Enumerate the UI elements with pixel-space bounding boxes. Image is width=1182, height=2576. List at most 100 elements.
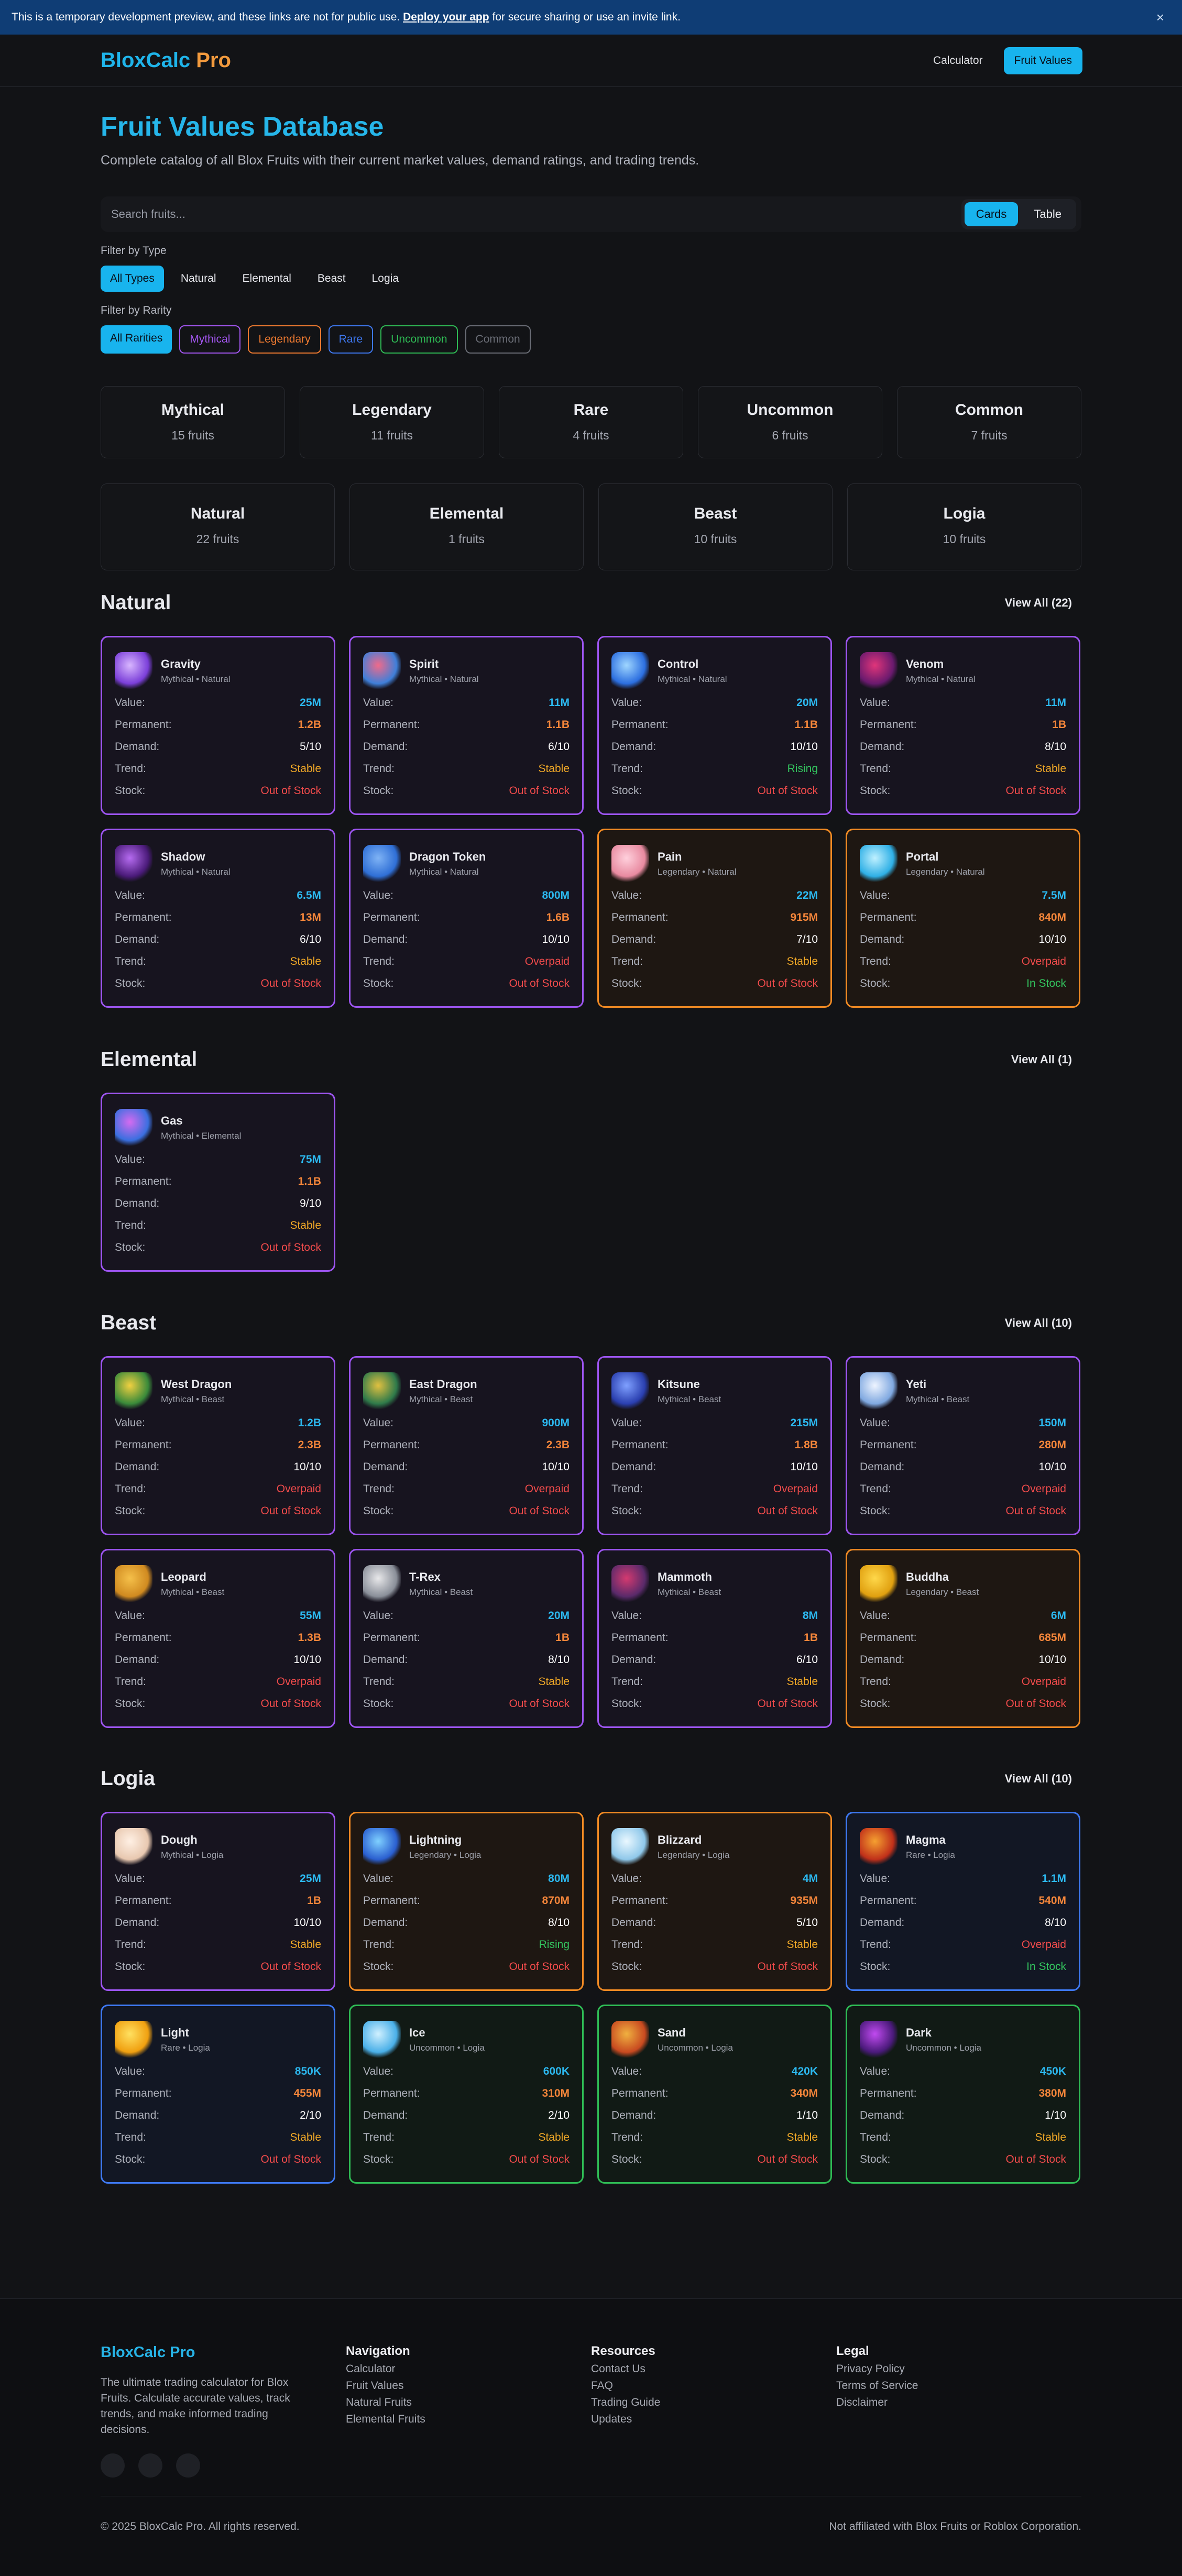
type-chip-natural[interactable]: Natural xyxy=(171,266,226,292)
footer-nav-link[interactable]: Calculator xyxy=(346,2363,591,2375)
type-chip-logia[interactable]: Logia xyxy=(363,266,408,292)
fruit-meta: Mythical • Natural xyxy=(906,674,976,684)
fruit-card[interactable]: T-Rex Mythical • Beast Value: 20M Permanent:… xyxy=(349,1549,584,1728)
footer-nav-link[interactable]: Fruit Values xyxy=(346,2380,591,2392)
stat-row: Demand: 1/10 xyxy=(611,2105,818,2127)
stat-label: Demand: xyxy=(860,1654,905,1666)
fruit-card[interactable]: Dark Uncommon • Logia Value: 450K Permanent:… xyxy=(846,2005,1080,2184)
type-stat-card[interactable]: Natural 22 fruits xyxy=(101,483,335,570)
rarity-stat-card[interactable]: Mythical 15 fruits xyxy=(101,386,285,458)
rarity-chip-all-rarities[interactable]: All Rarities xyxy=(101,325,172,354)
logo[interactable]: BloxCalc Pro xyxy=(101,49,231,72)
stat-label: Value: xyxy=(363,1873,393,1885)
fruit-card[interactable]: Venom Mythical • Natural Value: 11M Permanen… xyxy=(846,636,1080,815)
view-all-button[interactable]: View All (1) xyxy=(1002,1048,1081,1072)
nav-calculator[interactable]: Calculator xyxy=(923,47,993,74)
dragon-token-icon xyxy=(363,845,401,883)
stat-label: Trend: xyxy=(115,2131,146,2143)
footer-legal-link[interactable]: Disclaimer xyxy=(836,2396,1081,2409)
rarity-stat-card[interactable]: Legendary 11 fruits xyxy=(300,386,484,458)
stat-label: Value: xyxy=(115,1873,145,1885)
nav-fruit-values[interactable]: Fruit Values xyxy=(1003,47,1082,74)
footer-resource-link[interactable]: FAQ xyxy=(591,2380,836,2392)
rarity-chip-legendary[interactable]: Legendary xyxy=(248,325,321,354)
view-all-button[interactable]: View All (22) xyxy=(995,591,1081,615)
fruit-card[interactable]: Ice Uncommon • Logia Value: 600K Permanent: 3… xyxy=(349,2005,584,2184)
fruit-card[interactable]: Kitsune Mythical • Beast Value: 215M Permane… xyxy=(597,1356,832,1535)
fruit-card[interactable]: Buddha Legendary • Beast Value: 6M Permanent… xyxy=(846,1549,1080,1728)
footer-legal-link[interactable]: Terms of Service xyxy=(836,2380,1081,2392)
rarity-chip-rare[interactable]: Rare xyxy=(328,325,374,354)
mammoth-icon xyxy=(611,1565,649,1603)
fruit-meta: Mythical • Beast xyxy=(409,1587,473,1597)
fruit-card[interactable]: Dragon Token Mythical • Natural Value: 800M… xyxy=(349,829,584,1008)
fruit-card[interactable]: Magma Rare • Logia Value: 1.1M Permanent: 540… xyxy=(846,1812,1080,1991)
stat-count: 22 fruits xyxy=(196,532,239,546)
cards-view-button[interactable]: Cards xyxy=(964,202,1019,226)
section-header: Natural View All (22) xyxy=(101,591,1081,615)
footer-resource-link[interactable]: Contact Us xyxy=(591,2363,836,2375)
fruit-card[interactable]: West Dragon Mythical • Beast Value: 1.2B Per… xyxy=(101,1356,335,1535)
fruit-meta: Rare • Logia xyxy=(161,2043,210,2053)
stat-row: Permanent: 685M xyxy=(860,1627,1066,1649)
type-chip-elemental[interactable]: Elemental xyxy=(233,266,301,292)
fruit-trend: Stable xyxy=(290,1219,321,1231)
view-all-button[interactable]: View All (10) xyxy=(995,1311,1081,1335)
fruit-card[interactable]: Shadow Mythical • Natural Value: 6.5M Perman… xyxy=(101,829,335,1008)
type-stat-card[interactable]: Logia 10 fruits xyxy=(847,483,1081,570)
fruit-card[interactable]: Control Mythical • Natural Value: 20M Perman… xyxy=(597,636,832,815)
fruit-demand: 2/10 xyxy=(300,2109,321,2121)
fruit-card[interactable]: Light Rare • Logia Value: 850K Permanent: 455… xyxy=(101,2005,335,2184)
type-chip-beast[interactable]: Beast xyxy=(308,266,355,292)
fruit-value: 6.5M xyxy=(297,889,321,901)
magma-icon xyxy=(860,1828,898,1866)
fruit-card[interactable]: Mammoth Mythical • Beast Value: 8M Permanent… xyxy=(597,1549,832,1728)
footer-resource-link[interactable]: Updates xyxy=(591,2413,836,2426)
stat-label: Permanent: xyxy=(363,1632,420,1644)
rarity-chip-common[interactable]: Common xyxy=(465,325,531,354)
dough-icon xyxy=(115,1828,152,1866)
social-icon[interactable] xyxy=(101,2453,125,2478)
footer-nav-link[interactable]: Natural Fruits xyxy=(346,2396,591,2409)
rarity-chip-mythical[interactable]: Mythical xyxy=(179,325,241,354)
rarity-stat-card[interactable]: Uncommon 6 fruits xyxy=(698,386,882,458)
rarity-stat-card[interactable]: Rare 4 fruits xyxy=(499,386,683,458)
footer-legal-link[interactable]: Privacy Policy xyxy=(836,2363,1081,2375)
stat-label: Stock: xyxy=(115,1698,146,1710)
fruit-name: Kitsune xyxy=(658,1378,700,1391)
rarity-stat-card[interactable]: Common 7 fruits xyxy=(897,386,1081,458)
fruit-card[interactable]: Leopard Mythical • Beast Value: 55M Permanen… xyxy=(101,1549,335,1728)
fruit-meta: Rare • Logia xyxy=(906,1850,955,1860)
rarity-chip-uncommon[interactable]: Uncommon xyxy=(380,325,458,354)
deploy-link[interactable]: Deploy your app xyxy=(403,11,489,24)
fruit-card[interactable]: Pain Legendary • Natural Value: 22M Permanen… xyxy=(597,829,832,1008)
type-stat-card[interactable]: Beast 10 fruits xyxy=(598,483,833,570)
stat-row: Value: 11M xyxy=(860,692,1066,714)
search-input[interactable]: Search fruits... xyxy=(111,207,185,221)
fruit-card[interactable]: Portal Legendary • Natural Value: 7.5M Perma… xyxy=(846,829,1080,1008)
fruit-card[interactable]: Spirit Mythical • Natural Value: 11M Permane… xyxy=(349,636,584,815)
footer-resource-link[interactable]: Trading Guide xyxy=(591,2396,836,2409)
stat-label: Value: xyxy=(860,697,890,709)
fruit-card[interactable]: Gas Mythical • Elemental Value: 75M Permanen… xyxy=(101,1093,335,1272)
close-icon[interactable]: × xyxy=(1156,9,1164,26)
stat-label: Stock: xyxy=(611,785,642,797)
fruit-card[interactable]: Dough Mythical • Logia Value: 25M Permanent:… xyxy=(101,1812,335,1991)
fruit-value: 4M xyxy=(802,1873,818,1885)
type-stat-card[interactable]: Elemental 1 fruits xyxy=(349,483,584,570)
fruit-card[interactable]: Yeti Mythical • Beast Value: 150M Permanent:… xyxy=(846,1356,1080,1535)
fruit-card[interactable]: Gravity Mythical • Natural Value: 25M Perman… xyxy=(101,636,335,815)
fruit-card[interactable]: Lightning Legendary • Logia Value: 80M Perma… xyxy=(349,1812,584,1991)
social-icon[interactable] xyxy=(138,2453,162,2478)
social-icon[interactable] xyxy=(176,2453,200,2478)
fruit-card[interactable]: Sand Uncommon • Logia Value: 420K Permanent:… xyxy=(597,2005,832,2184)
fruit-card[interactable]: East Dragon Mythical • Beast Value: 900M Per… xyxy=(349,1356,584,1535)
footer-nav-link[interactable]: Elemental Fruits xyxy=(346,2413,591,2426)
table-view-button[interactable]: Table xyxy=(1022,202,1073,226)
stat-row: Trend: Stable xyxy=(611,1671,818,1693)
fruit-card[interactable]: Blizzard Legendary • Logia Value: 4M Permane… xyxy=(597,1812,832,1991)
stat-label: Stock: xyxy=(611,2153,642,2165)
view-all-button[interactable]: View All (10) xyxy=(995,1767,1081,1791)
type-chip-all-types[interactable]: All Types xyxy=(101,266,164,292)
fruit-stock: Out of Stock xyxy=(509,2153,570,2165)
